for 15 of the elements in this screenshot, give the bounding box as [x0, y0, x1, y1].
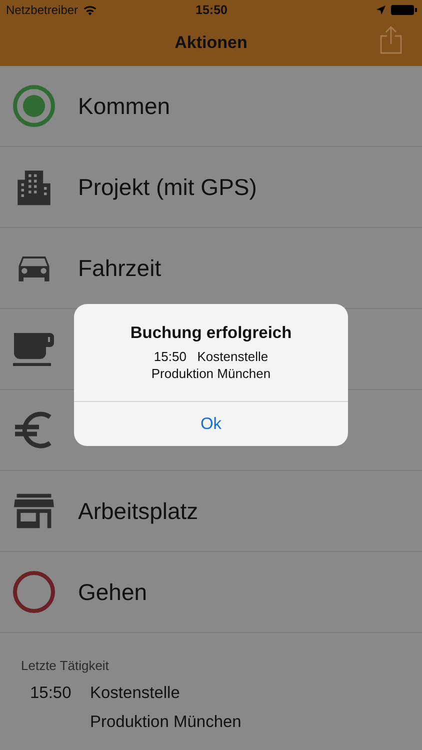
section-header: Letzte Tätigkeit — [21, 658, 110, 673]
action-label: Gehen — [78, 578, 148, 606]
alert-message: Produktion München — [150, 365, 272, 382]
alert-message: 15:50 Kostenstelle — [152, 348, 270, 365]
activity-text: Kostenstelle — [90, 684, 180, 703]
status-time: 15:50 — [196, 3, 228, 17]
activity-text: Produktion München — [90, 713, 242, 732]
activity-time: 15:50 — [29, 684, 72, 703]
alert-title: Buchung erfolgreich — [129, 324, 293, 343]
action-label: Kommen — [78, 92, 170, 120]
screen-title: Aktionen — [174, 33, 248, 53]
action-label: Arbeitsplatz — [78, 498, 198, 524]
action-label: Fahrzeit — [78, 254, 162, 282]
action-label: Projekt (mit GPS) — [78, 174, 257, 200]
carrier-name: Netzbetreiber — [6, 3, 78, 17]
